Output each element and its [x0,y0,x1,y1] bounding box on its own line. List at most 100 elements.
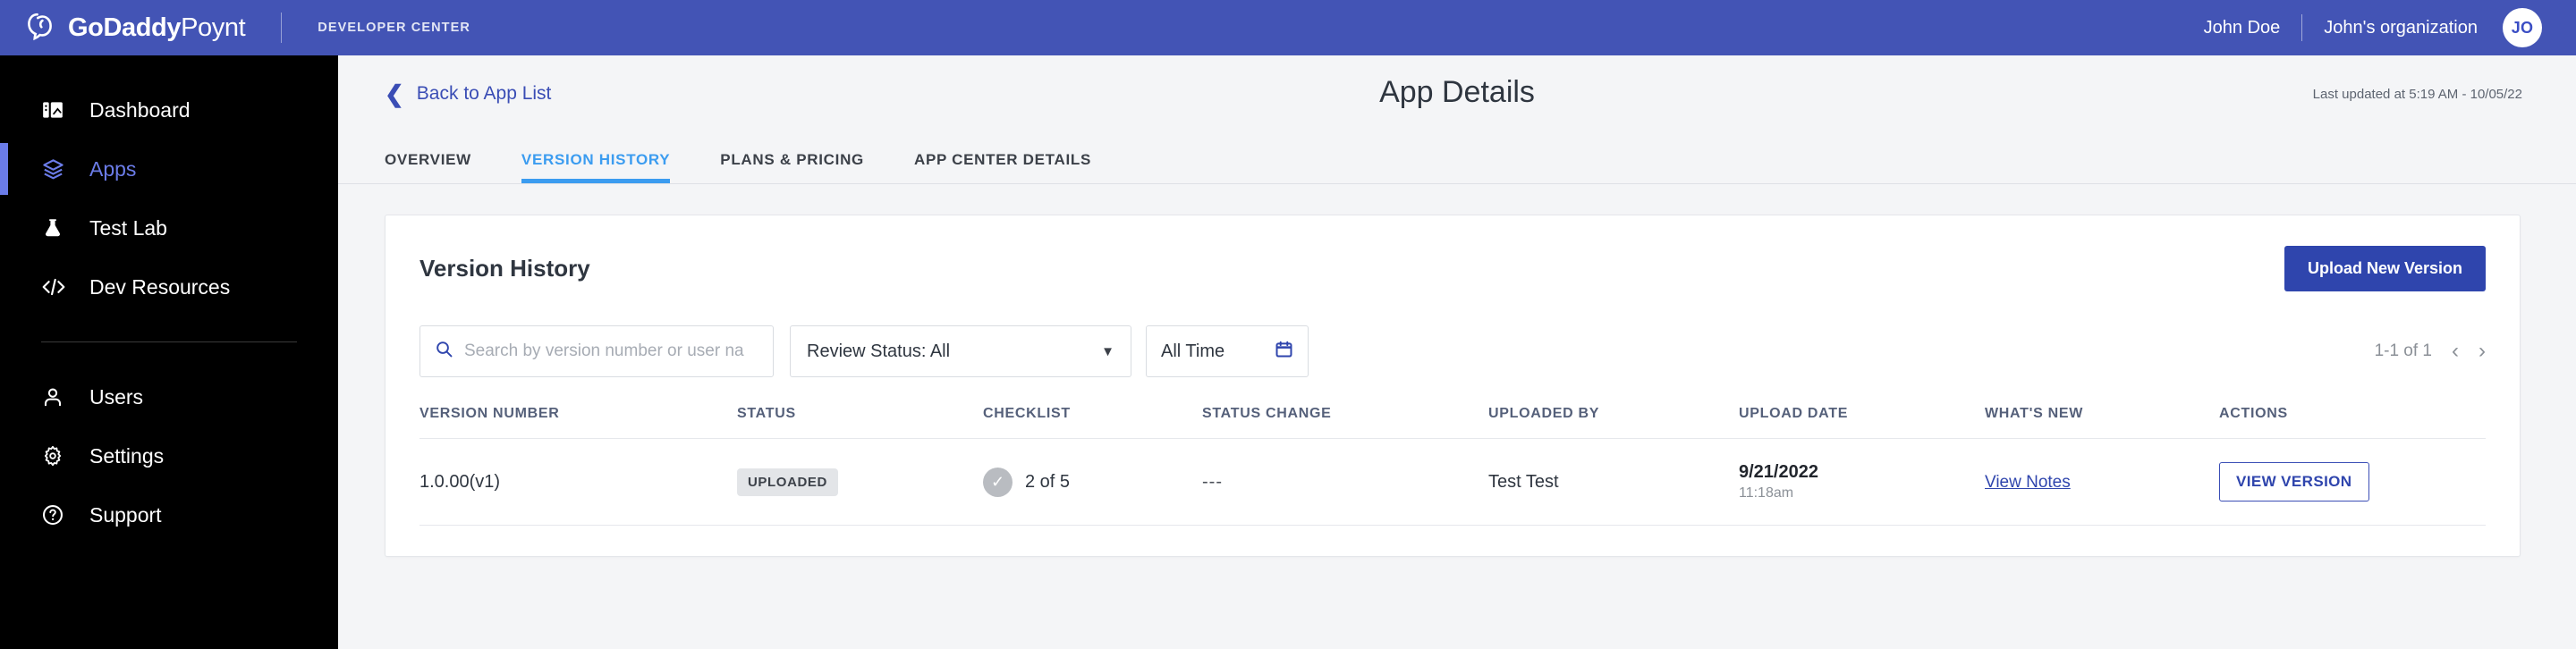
pagination-range: 1-1 of 1 [2374,341,2432,360]
godaddy-poynt-logo[interactable]: GoDaddyPoynt [27,13,246,43]
status-change-value: --- [1202,471,1223,492]
sidebar-item-label: Dashboard [89,97,191,122]
last-updated-text: Last updated at 5:19 AM - 10/05/22 [2312,86,2522,102]
tab-bar: OVERVIEW VERSION HISTORY PLANS & PRICING… [338,132,2576,184]
checklist-group: ✓ 2 of 5 [983,467,1202,497]
column-header-uploaded-by: UPLOADED BY [1488,406,1739,439]
search-box[interactable] [419,325,774,377]
column-header-version-number: VERSION NUMBER [419,406,737,439]
cell-status-change: --- [1202,438,1488,526]
sidebar-item-label: Users [89,384,144,409]
back-to-app-list-button[interactable]: ❮ Back to App List [385,82,551,105]
column-header-status-change: STATUS CHANGE [1202,406,1488,439]
table-header-row: VERSION NUMBER STATUS CHECKLIST STATUS C… [419,406,2486,439]
card-wrapper: Version History Upload New Version Searc… [338,184,2576,557]
sidebar-item-dev-resources[interactable]: Dev Resources [0,257,338,316]
tab-plans-pricing[interactable]: PLANS & PRICING [720,151,864,183]
version-history-table: VERSION NUMBER STATUS CHECKLIST STATUS C… [419,406,2486,526]
sidebar-item-users[interactable]: Users [0,367,338,426]
developer-center-label: DEVELOPER CENTER [318,21,470,35]
search-icon [435,340,453,363]
app-root: GoDaddyPoynt DEVELOPER CENTER John Doe J… [0,0,2576,649]
top-bar: GoDaddyPoynt DEVELOPER CENTER John Doe J… [0,0,2576,55]
brand-wordmark: GoDaddyPoynt [68,13,246,43]
brand-godaddy-text: GoDaddy [68,13,182,42]
tab-app-center-details[interactable]: APP CENTER DETAILS [914,151,1091,183]
sidebar-item-dashboard[interactable]: Dashboard [0,80,338,139]
cell-whats-new: View Notes [1985,438,2219,526]
pagination-next-icon[interactable]: › [2479,341,2486,362]
main-content: ❮ Back to App List App Details Last upda… [338,55,2576,649]
pagination-prev-icon[interactable]: ‹ [2452,341,2459,362]
sidebar-item-label: Test Lab [89,215,167,240]
table-body: 1.0.00(v1) UPLOADED ✓ 2 of 5 --- Test Te… [419,438,2486,526]
calendar-icon [1275,340,1293,364]
date-range-select[interactable]: All Time [1146,325,1309,377]
cell-actions: VIEW VERSION [2219,438,2486,526]
review-status-value: Review Status: All [807,341,951,361]
godaddy-heart-icon [27,13,57,43]
table-row[interactable]: 1.0.00(v1) UPLOADED ✓ 2 of 5 --- Test Te… [419,438,2486,526]
cell-upload-date: 9/21/2022 11:18am [1739,438,1985,526]
flask-icon [41,216,77,240]
column-header-checklist: CHECKLIST [983,406,1202,439]
body: Dashboard Apps Test Lab Dev Resources Us… [0,55,2576,649]
sidebar: Dashboard Apps Test Lab Dev Resources Us… [0,55,338,649]
upload-new-version-button[interactable]: Upload New Version [2284,246,2486,291]
column-header-upload-date: UPLOAD DATE [1739,406,1985,439]
search-input[interactable] [464,341,758,361]
status-badge: UPLOADED [737,468,838,496]
chevron-left-icon: ❮ [385,80,404,107]
date-range-value: All Time [1161,341,1225,361]
upload-date-value: 9/21/2022 [1739,462,1818,482]
account-divider [2301,14,2303,41]
column-header-whats-new: WHAT'S NEW [1985,406,2219,439]
card-title: Version History [419,255,590,282]
account-user-name[interactable]: John Doe [2204,18,2281,38]
cell-version-number: 1.0.00(v1) [419,438,737,526]
gear-icon [41,444,77,468]
page-header: ❮ Back to App List App Details Last upda… [338,55,2576,132]
user-icon [41,385,77,409]
column-header-status: STATUS [737,406,983,439]
brand[interactable]: GoDaddyPoynt DEVELOPER CENTER [27,13,470,43]
upload-time-value: 11:18am [1739,485,1794,501]
avatar[interactable]: JO [2503,8,2542,47]
sidebar-divider [41,341,297,342]
question-circle-icon [41,503,77,527]
top-bar-account-area: John Doe John's organization JO [2204,8,2542,47]
sidebar-item-label: Dev Resources [89,274,231,299]
sidebar-item-apps[interactable]: Apps [0,139,338,198]
brand-divider [281,13,283,43]
cell-status: UPLOADED [737,438,983,526]
filter-bar: Review Status: All ▼ All Time [419,325,2486,377]
cell-checklist: ✓ 2 of 5 [983,438,1202,526]
table-head: VERSION NUMBER STATUS CHECKLIST STATUS C… [419,406,2486,439]
code-icon [41,275,77,299]
view-version-button[interactable]: VIEW VERSION [2219,462,2369,502]
sidebar-item-support[interactable]: Support [0,485,338,544]
sidebar-item-label: Settings [89,443,165,468]
tab-overview[interactable]: OVERVIEW [385,151,471,183]
checklist-count: 2 of 5 [1025,471,1071,492]
sidebar-item-test-lab[interactable]: Test Lab [0,198,338,257]
review-status-select[interactable]: Review Status: All ▼ [790,325,1131,377]
page-title: App Details [1379,75,1535,109]
brand-poynt-text: Poynt [181,13,246,42]
cell-uploaded-by: Test Test [1488,438,1739,526]
account-organization[interactable]: John's organization [2324,18,2478,38]
card-header: Version History Upload New Version [419,246,2486,291]
sidebar-item-settings[interactable]: Settings [0,426,338,485]
version-history-card: Version History Upload New Version Searc… [385,215,2521,557]
column-header-actions: ACTIONS [2219,406,2486,439]
view-notes-link[interactable]: View Notes [1985,473,2071,492]
chevron-down-icon: ▼ [1101,343,1114,359]
pagination: 1-1 of 1 ‹ › [2375,341,2486,362]
sidebar-item-label: Support [89,502,162,527]
dashboard-icon [41,98,77,122]
check-circle-icon: ✓ [983,467,1013,497]
layers-icon [41,157,77,181]
sidebar-item-label: Apps [89,156,137,181]
tab-version-history[interactable]: VERSION HISTORY [521,151,671,183]
back-to-app-list-label: Back to App List [416,83,552,104]
